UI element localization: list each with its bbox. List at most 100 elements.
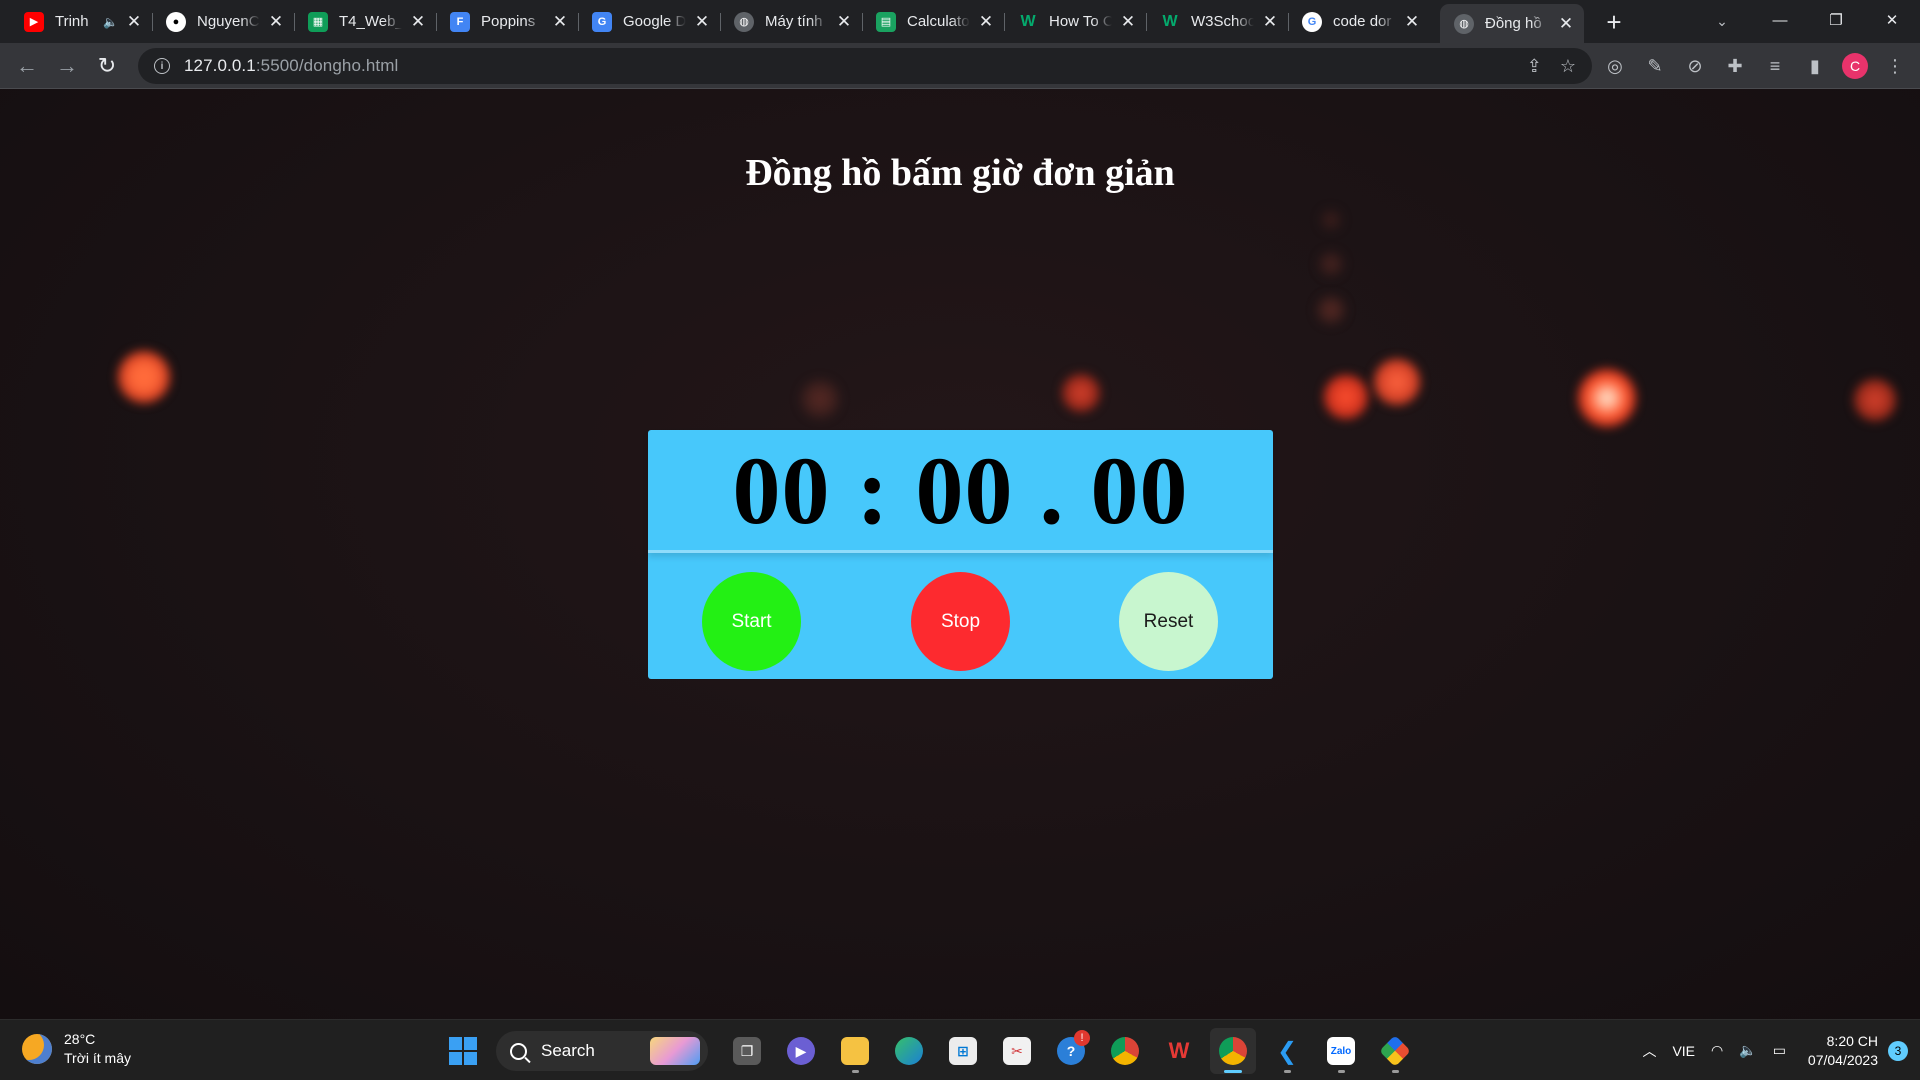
running-indicator [1337, 1070, 1345, 1073]
store-icon: ⊞ [949, 1037, 977, 1065]
minimize-icon[interactable]: — [1752, 0, 1808, 40]
close-tab-icon[interactable]: ✕ [976, 12, 996, 32]
page-viewport: Đồng hồ bấm giờ đơn giản 00 : 00 . 00 St… [0, 89, 1920, 1019]
tab-code-search[interactable]: G code dor ✕ [1288, 4, 1430, 39]
tab-title: Google D [623, 13, 686, 30]
taskbar-apps: Search ❐ ▶ ⊞ ✂ ?! W ❮ Zalo [440, 1028, 1422, 1074]
microsoft-store-button[interactable]: ⊞ [940, 1028, 986, 1074]
tab-title: Trinh [55, 13, 89, 30]
side-panel-icon[interactable]: ▮ [1795, 49, 1835, 83]
input-language[interactable]: VIE [1672, 1043, 1695, 1059]
running-indicator [1224, 1070, 1242, 1073]
close-tab-icon[interactable]: ✕ [124, 12, 144, 32]
tab-github[interactable]: ● NguyenC ✕ [152, 4, 294, 39]
url-text[interactable]: 127.0.0.1:5500/dongho.html [184, 56, 398, 76]
bokeh-light [1318, 251, 1344, 277]
forward-arrow-icon[interactable]: → [50, 49, 84, 83]
tab-youtube[interactable]: ▶ Trinh 🔈 ✕ [10, 4, 152, 39]
weather-widget[interactable]: 28°C Trời ít mây [22, 1030, 131, 1068]
git-app-button[interactable] [1372, 1028, 1418, 1074]
tab-sheets[interactable]: ▦ T4_Web_1 ✕ [294, 4, 436, 39]
new-tab-button[interactable]: + [1598, 6, 1630, 38]
start-button[interactable]: Start [702, 572, 801, 671]
battery-icon[interactable]: ▭ [1773, 1042, 1786, 1059]
share-icon[interactable]: ⇪ [1527, 56, 1542, 77]
zalo-button[interactable]: Zalo [1318, 1028, 1364, 1074]
more-menu-icon[interactable]: ⋮ [1875, 49, 1915, 83]
address-bar[interactable]: i 127.0.0.1:5500/dongho.html ⇪ ☆ [138, 48, 1592, 84]
windows-start-button[interactable] [440, 1028, 486, 1074]
volume-icon[interactable]: 🔈 [1739, 1042, 1756, 1059]
tab-how-to[interactable]: W How To C ✕ [1004, 4, 1146, 39]
tab-poppins[interactable]: F Poppins ✕ [436, 4, 578, 39]
reset-button[interactable]: Reset [1119, 572, 1218, 671]
snipping-tool-icon: ✂ [1003, 1037, 1031, 1065]
compass-extension-icon[interactable]: ⊘ [1675, 49, 1715, 83]
url-path: :5500/dongho.html [255, 56, 399, 75]
taskbar-search[interactable]: Search [496, 1031, 708, 1071]
tab-title: code dor [1333, 13, 1392, 30]
help-app-button[interactable]: ?! [1048, 1028, 1094, 1074]
close-tab-icon[interactable]: ✕ [408, 12, 428, 32]
taskbar-clock[interactable]: 8:20 CH 07/04/2023 [1808, 1032, 1878, 1070]
stop-button[interactable]: Stop [911, 572, 1010, 671]
teams-chat-button[interactable]: ▶ [778, 1028, 824, 1074]
close-tab-icon[interactable]: ✕ [692, 12, 712, 32]
bokeh-light [1316, 295, 1346, 325]
tab-title: T4_Web_1 [339, 13, 402, 30]
restore-icon[interactable]: ❐ [1808, 0, 1864, 40]
close-tab-icon[interactable]: ✕ [550, 12, 570, 32]
google-sheets-icon: ▦ [308, 11, 328, 32]
close-tab-icon[interactable]: ✕ [1402, 12, 1422, 32]
close-tab-icon[interactable]: ✕ [266, 12, 286, 32]
back-arrow-icon[interactable]: ← [10, 49, 44, 83]
screen-capture-icon[interactable]: ◎ [1595, 49, 1635, 83]
close-tab-icon[interactable]: ✕ [1556, 14, 1576, 34]
media-queue-icon[interactable]: ≡ [1755, 49, 1795, 83]
close-tab-icon[interactable]: ✕ [1118, 12, 1138, 32]
running-indicator [1391, 1070, 1399, 1073]
muted-speaker-icon[interactable]: 🔈 [103, 15, 118, 29]
stopwatch-panel: 00 : 00 . 00 Start Stop Reset [648, 430, 1273, 679]
close-window-icon[interactable]: ✕ [1864, 0, 1920, 40]
bokeh-light [1578, 369, 1636, 427]
wps-office-button[interactable]: W [1156, 1028, 1202, 1074]
git-app-icon [1379, 1035, 1411, 1067]
github-icon: ● [166, 11, 186, 32]
minutes-seconds-separator: : [856, 436, 890, 544]
close-tab-icon[interactable]: ✕ [1260, 12, 1280, 32]
reload-icon[interactable]: ↻ [90, 49, 124, 83]
show-hidden-icons-chevron-icon[interactable]: ︿ [1642, 1041, 1656, 1061]
globe-icon: ◍ [734, 11, 754, 32]
vscode-button[interactable]: ❮ [1264, 1028, 1310, 1074]
tab-w3schools[interactable]: W W3Schoo ✕ [1146, 4, 1288, 39]
profile-avatar[interactable]: C [1835, 49, 1875, 83]
bookmark-star-icon[interactable]: ☆ [1560, 56, 1576, 77]
chrome-active-button[interactable] [1210, 1028, 1256, 1074]
task-view-button[interactable]: ❐ [724, 1028, 770, 1074]
clock-time: 8:20 CH [1826, 1032, 1878, 1049]
tab-google-translate[interactable]: G Google D ✕ [578, 4, 720, 39]
close-tab-icon[interactable]: ✕ [834, 12, 854, 32]
pen-extension-icon[interactable]: ✎ [1635, 49, 1675, 83]
edge-button[interactable] [886, 1028, 932, 1074]
windows-logo-icon [449, 1037, 477, 1065]
extensions-puzzle-icon[interactable]: ✚ [1715, 49, 1755, 83]
stopwatch-display: 00 : 00 . 00 [648, 430, 1273, 553]
alert-badge: ! [1074, 1030, 1090, 1046]
chrome-button[interactable] [1102, 1028, 1148, 1074]
search-label: Search [541, 1041, 595, 1060]
minutes-value: 00 [732, 436, 831, 544]
tab-title: Máy tính [765, 13, 823, 30]
wifi-icon[interactable]: ◠ [1711, 1042, 1723, 1059]
tab-may-tinh[interactable]: ◍ Máy tính ✕ [720, 4, 862, 39]
snipping-tool-button[interactable]: ✂ [994, 1028, 1040, 1074]
tab-calculator[interactable]: ▤ Calculato ✕ [862, 4, 1004, 39]
tab-search-chevron-icon[interactable]: ⌄ [1706, 6, 1738, 36]
notification-count-badge[interactable]: 3 [1888, 1040, 1908, 1061]
file-explorer-button[interactable] [832, 1028, 878, 1074]
site-info-icon[interactable]: i [154, 58, 170, 74]
tab-dong-ho-active[interactable]: ◍ Đồng hồ ✕ [1440, 4, 1584, 43]
chrome-icon [1219, 1037, 1247, 1065]
browser-tabstrip: ▶ Trinh 🔈 ✕ ● NguyenC ✕ ▦ T4_Web_1 ✕ F P… [0, 0, 1920, 43]
